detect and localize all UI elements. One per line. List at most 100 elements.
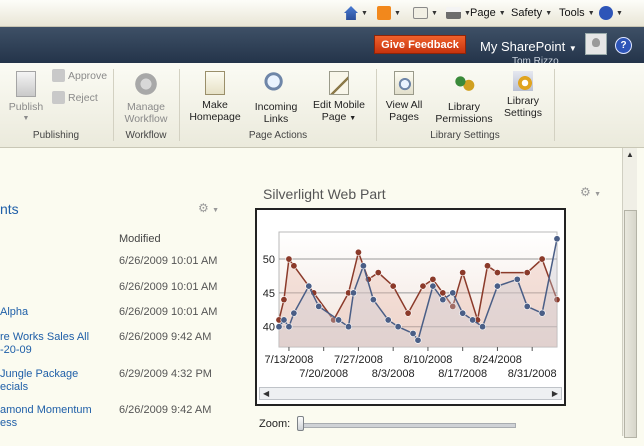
list-item-date: 6/26/2009 10:01 AM [119, 306, 218, 318]
manage-workflow-button[interactable]: Manage Workflow [118, 71, 174, 125]
edit-mobile-page-button[interactable]: Edit Mobile Page ▼ [308, 71, 370, 125]
help-menu[interactable]: ▼ [599, 5, 623, 21]
library-permissions-label-1: Library [447, 101, 481, 113]
gear-icon: ⚙ [580, 185, 591, 199]
list-item-date: 6/26/2009 10:01 AM [119, 255, 218, 267]
publish-icon [16, 71, 36, 97]
tools-menu[interactable]: Tools ▼ [559, 5, 595, 21]
approve-icon [52, 69, 65, 82]
incoming-links-button[interactable]: Incoming Links [248, 71, 304, 125]
print-button[interactable]: ▼ [446, 5, 471, 21]
reject-button[interactable]: Reject [52, 91, 98, 104]
approve-button[interactable]: Approve [52, 69, 107, 82]
incoming-links-label-1: Incoming [254, 101, 298, 113]
web-part-title[interactable]: nts [0, 201, 19, 217]
horizontal-scrollbar[interactable]: ◀ ▶ [259, 387, 562, 400]
ribbon-separator [554, 69, 555, 141]
edit-mobile-page-label-2: Page [321, 111, 347, 123]
data-point-red [290, 262, 298, 270]
scroll-right-icon[interactable]: ▶ [552, 389, 558, 398]
data-point-blue [369, 296, 377, 304]
publish-button[interactable]: Publish ▼ [6, 71, 46, 125]
printer-icon [446, 7, 461, 19]
scroll-up-icon[interactable]: ▲ [623, 148, 637, 162]
list-item-title[interactable]: re Works Sales All [0, 331, 89, 344]
data-point-red [429, 275, 437, 283]
silverlight-chart: 40 45 50 7/13/2008 7/27/2008 8/10/2008 8/24/20… [255, 208, 566, 406]
list-item-title[interactable]: ess [0, 417, 17, 430]
x-tick-label: 7/27/2008 [334, 354, 383, 366]
page-menu[interactable]: Page ▼ [470, 5, 506, 21]
read-mail-button[interactable]: ▼ [413, 5, 438, 21]
data-point-red [389, 282, 397, 290]
list-item-date: 6/26/2009 9:42 AM [119, 331, 212, 343]
manage-workflow-label-1: Manage [127, 101, 165, 113]
list-item-title[interactable]: ecials [0, 381, 28, 394]
data-point-blue [538, 309, 546, 317]
view-pages-icon [394, 71, 414, 95]
data-point-blue [335, 316, 343, 324]
data-point-blue [469, 316, 477, 324]
workflow-group-label: Workflow [125, 130, 167, 141]
data-point-blue [449, 289, 457, 297]
approve-label: Approve [68, 69, 108, 82]
reject-icon [52, 91, 65, 104]
make-homepage-button[interactable]: Make Homepage [188, 71, 242, 123]
list-item-title[interactable]: amond Momentum [0, 404, 92, 417]
view-all-pages-label-2: Pages [389, 111, 419, 123]
data-point-red [285, 255, 293, 263]
home-icon [344, 6, 358, 20]
avatar[interactable] [585, 33, 607, 55]
permissions-icon [452, 71, 476, 97]
help-icon[interactable]: ? [615, 37, 632, 54]
data-point-blue [285, 323, 293, 331]
x-tick-label: 8/10/2008 [403, 354, 452, 366]
safety-menu[interactable]: Safety ▼ [511, 5, 552, 21]
home-page-icon [205, 71, 225, 95]
web-part-menu[interactable]: ⚙ ▼ [580, 185, 601, 199]
view-all-pages-label-1: View All [385, 99, 423, 111]
data-point-blue [409, 329, 417, 337]
feeds-button[interactable]: ▼ [377, 5, 401, 21]
list-item-title[interactable]: -20-09 [0, 344, 32, 357]
list-item-date: 6/26/2009 10:01 AM [119, 281, 218, 293]
rss-icon [377, 6, 391, 20]
zoom-slider-track[interactable] [298, 423, 516, 428]
browser-command-bar: ▼ ▼ ▼ ▼ Page ▼ Safety ▼ Tools ▼ ▼ [0, 0, 644, 27]
x-tick-label: 8/17/2008 [438, 368, 487, 380]
zoom-slider-thumb[interactable] [297, 416, 304, 431]
data-point-red [523, 269, 531, 277]
data-point-blue [414, 336, 422, 344]
list-item-title[interactable]: Alpha [0, 306, 28, 319]
modified-column-header[interactable]: Modified [119, 233, 161, 245]
chevron-down-icon: ▼ [212, 207, 220, 214]
library-settings-group-label: Library Settings [430, 130, 500, 141]
data-point-blue [275, 323, 283, 331]
make-homepage-label-1: Make [202, 99, 228, 111]
library-settings-label-2: Settings [504, 107, 542, 119]
library-permissions-button[interactable]: Library Permissions [432, 71, 496, 125]
library-settings-button[interactable]: Library Settings [500, 71, 546, 119]
ribbon: Publish ▼ Approve Reject Publishing Mana… [0, 63, 644, 148]
my-sharepoint-menu[interactable]: My SharePoint ▼ [480, 39, 577, 54]
y-tick-label: 50 [263, 254, 275, 266]
my-sharepoint-label: My SharePoint [480, 39, 566, 54]
data-point-blue [459, 309, 467, 317]
scrollbar-thumb[interactable] [624, 210, 637, 438]
web-part-menu[interactable]: ⚙ ▼ [198, 201, 219, 215]
data-point-blue [429, 282, 437, 290]
data-point-blue [280, 316, 288, 324]
data-point-blue [305, 282, 313, 290]
data-point-red [354, 248, 362, 256]
view-all-pages-button[interactable]: View All Pages [380, 71, 428, 123]
data-point-red [459, 269, 467, 277]
give-feedback-button[interactable]: Give Feedback [374, 35, 466, 54]
data-point-blue [493, 282, 501, 290]
vertical-scrollbar[interactable]: ▲ [622, 148, 637, 438]
home-button[interactable]: ▼ [344, 5, 368, 21]
scroll-left-icon[interactable]: ◀ [263, 389, 269, 398]
data-point-red [484, 262, 492, 270]
workflow-icon [134, 71, 158, 97]
data-point-blue [523, 302, 531, 310]
list-item-title[interactable]: Jungle Package [0, 368, 78, 381]
